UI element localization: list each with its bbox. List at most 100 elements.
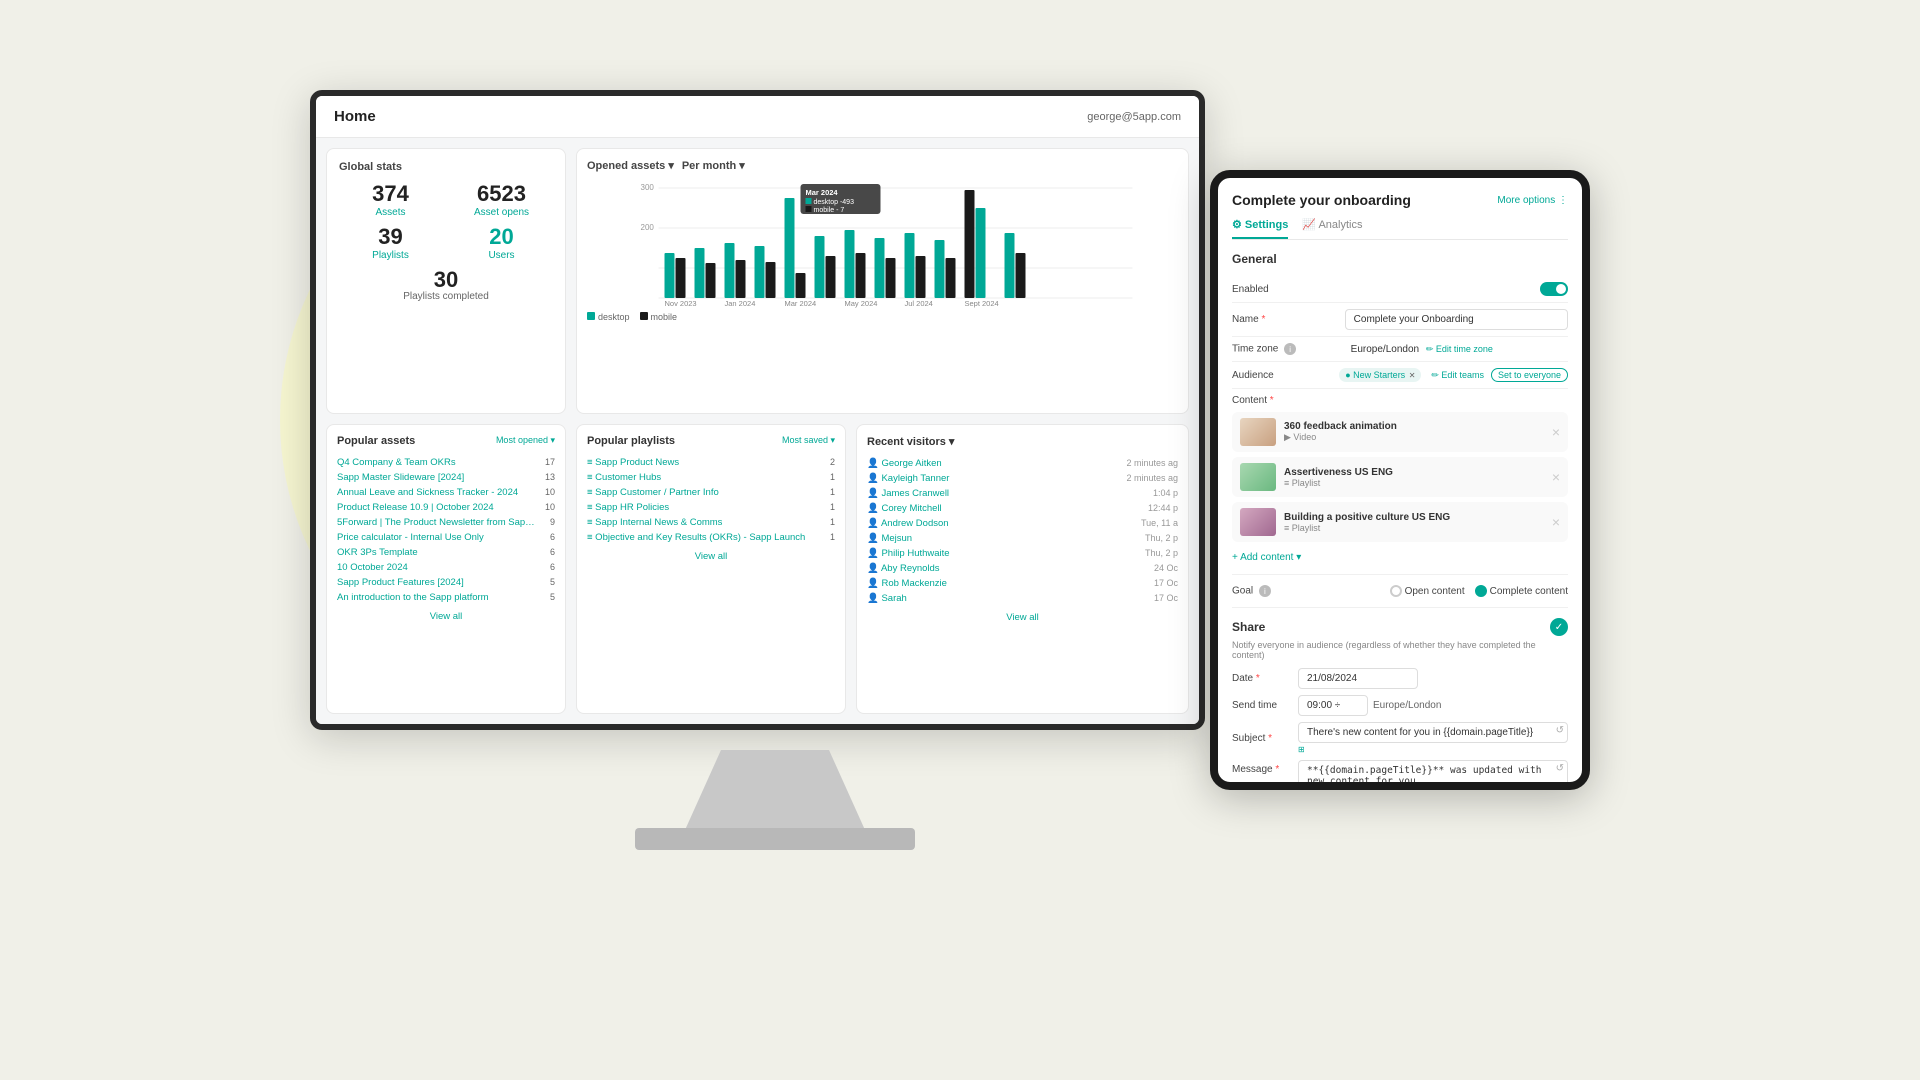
tab-analytics[interactable]: 📈 Analytics <box>1302 218 1362 239</box>
audience-label: Audience <box>1232 370 1339 381</box>
radio-complete[interactable] <box>1475 585 1487 597</box>
asset-link[interactable]: 10 October 2024 <box>337 562 539 573</box>
stat-playlists-completed: 30 Playlists completed <box>339 269 553 302</box>
radio-open[interactable] <box>1390 585 1402 597</box>
svg-text:mobile - 7: mobile - 7 <box>814 207 845 214</box>
general-section-heading: General <box>1232 252 1568 266</box>
playlist-name[interactable]: ≡ Customer Hubs <box>587 472 661 483</box>
chart-period: Per month ▾ <box>682 159 745 172</box>
subject-undo-button[interactable]: ↺ <box>1556 725 1564 736</box>
list-item: 👤 Aby Reynolds 24 Oc <box>867 561 1178 576</box>
asset-count: 5 <box>539 577 555 587</box>
popular-assets-view-all[interactable]: View all <box>337 611 555 622</box>
chart-panel: Opened assets ▾ Per month ▾ 300 200 <box>576 148 1189 414</box>
app-user-email: george@5app.com <box>1087 111 1181 123</box>
playlist-name[interactable]: ≡ Sapp Internal News & Comms <box>587 517 722 528</box>
playlist-name[interactable]: ≡ Sapp HR Policies <box>587 502 669 513</box>
content-info-1: 360 feedback animation ▶ Video <box>1284 421 1397 443</box>
popular-playlists-sort[interactable]: Most saved ▾ <box>782 435 835 446</box>
list-item: Product Release 10.9 | October 2024 10 <box>337 500 555 515</box>
remove-tag-button[interactable]: ✕ <box>1409 371 1416 380</box>
message-textarea[interactable]: **{{domain.pageTitle}}** was updated wit… <box>1298 760 1568 782</box>
visitor-name[interactable]: 👤 Mejsun <box>867 533 912 544</box>
playlist-count: 1 <box>830 532 835 543</box>
goal-info-icon[interactable]: i <box>1259 585 1271 597</box>
content-info-2: Assertiveness US ENG ≡ Playlist <box>1284 467 1393 488</box>
name-input[interactable] <box>1345 309 1568 330</box>
toggle-switch[interactable] <box>1540 282 1568 296</box>
stat-users-label: Users <box>450 250 553 261</box>
visitor-name[interactable]: 👤 Rob Mackenzie <box>867 578 947 589</box>
visitor-name[interactable]: 👤 Philip Huthwaite <box>867 548 950 559</box>
asset-link[interactable]: 5Forward | The Product Newsletter from S… <box>337 517 539 528</box>
list-item: ≡ Sapp Internal News & Comms 1 <box>587 515 835 530</box>
svg-text:Sept 2024: Sept 2024 <box>965 299 999 308</box>
visitor-name[interactable]: 👤 Corey Mitchell <box>867 503 942 514</box>
visitor-name[interactable]: 👤 Aby Reynolds <box>867 563 940 574</box>
list-item: 👤 James Cranwell 1:04 p <box>867 486 1178 501</box>
recent-visitors-panel: Recent visitors ▾ 👤 George Aitken 2 minu… <box>856 424 1189 715</box>
stat-assets-value: 374 <box>339 183 442 205</box>
subject-input[interactable] <box>1298 722 1568 743</box>
asset-link[interactable]: An introduction to the Sapp platform <box>337 592 539 603</box>
add-content-button[interactable]: + Add content ▾ <box>1232 552 1301 563</box>
popular-assets-list: Q4 Company & Team OKRs 17 Sapp Master Sl… <box>337 455 555 605</box>
timezone-label: Time zone i <box>1232 343 1341 355</box>
goal-complete-option[interactable]: Complete content <box>1475 585 1568 597</box>
send-time-label: Send time <box>1232 700 1292 711</box>
visitor-name[interactable]: 👤 Kayleigh Tanner <box>867 473 949 484</box>
asset-count: 13 <box>539 472 555 482</box>
asset-count: 6 <box>539 547 555 557</box>
chart-title: Opened assets ▾ <box>587 159 674 172</box>
message-row: Message **{{domain.pageTitle}}** was upd… <box>1232 760 1568 782</box>
list-item: 👤 Rob Mackenzie 17 Oc <box>867 576 1178 591</box>
svg-text:desktop -493: desktop -493 <box>814 199 855 206</box>
share-check-icon: ✓ <box>1550 618 1568 636</box>
playlist-count: 1 <box>830 472 835 483</box>
visitor-name[interactable]: 👤 George Aitken <box>867 458 942 469</box>
recent-visitors-view-all[interactable]: View all <box>867 612 1178 623</box>
message-undo-button[interactable]: ↺ <box>1556 763 1564 774</box>
visitor-time: 2 minutes ag <box>1126 458 1178 469</box>
visitor-name[interactable]: 👤 Sarah <box>867 593 907 604</box>
stat-playlists: 39 Playlists <box>339 226 442 261</box>
goal-label: Goal i <box>1232 585 1390 597</box>
stat-playlists-value: 39 <box>339 226 442 248</box>
share-date-row: Date <box>1232 668 1568 689</box>
playlist-name[interactable]: ≡ Objective and Key Results (OKRs) - Sap… <box>587 532 805 543</box>
more-options-button[interactable]: More options ⋮ <box>1497 195 1568 206</box>
asset-link[interactable]: Sapp Master Slideware [2024] <box>337 472 539 483</box>
visitor-name[interactable]: 👤 James Cranwell <box>867 488 949 499</box>
asset-link[interactable]: Sapp Product Features [2024] <box>337 577 539 588</box>
content-thumb-1 <box>1240 418 1276 446</box>
asset-link[interactable]: Annual Leave and Sickness Tracker - 2024 <box>337 487 539 498</box>
chart-legend: desktop mobile <box>587 312 1178 322</box>
timezone-info-icon[interactable]: i <box>1284 343 1296 355</box>
asset-link[interactable]: Q4 Company & Team OKRs <box>337 457 539 468</box>
name-row: Name <box>1232 303 1568 337</box>
tab-settings[interactable]: ⚙ Settings <box>1232 218 1288 239</box>
content-label: Content <box>1232 395 1568 406</box>
monitor-base <box>635 828 915 850</box>
edit-teams-button[interactable]: ✏ Edit teams <box>1431 370 1484 381</box>
playlist-name[interactable]: ≡ Sapp Product News <box>587 457 679 468</box>
remove-content-2-button[interactable]: × <box>1552 469 1560 485</box>
date-input[interactable] <box>1298 668 1418 689</box>
popular-playlists-view-all[interactable]: View all <box>587 551 835 562</box>
popular-assets-sort[interactable]: Most opened ▾ <box>496 435 555 446</box>
asset-link[interactable]: Price calculator - Internal Use Only <box>337 532 539 543</box>
remove-content-3-button[interactable]: × <box>1552 514 1560 530</box>
goal-open-option[interactable]: Open content <box>1390 585 1465 597</box>
asset-link[interactable]: OKR 3Ps Template <box>337 547 539 558</box>
playlist-name[interactable]: ≡ Sapp Customer / Partner Info <box>587 487 719 498</box>
enabled-toggle[interactable] <box>1540 282 1568 296</box>
send-time-input[interactable] <box>1298 695 1368 716</box>
visitor-name[interactable]: 👤 Andrew Dodson <box>867 518 949 529</box>
edit-timezone-link[interactable]: ✏ Edit time zone <box>1426 344 1493 354</box>
tablet: Complete your onboarding More options ⋮ … <box>1210 170 1610 810</box>
set-everyone-button[interactable]: Set to everyone <box>1491 368 1568 382</box>
remove-content-1-button[interactable]: × <box>1552 424 1560 440</box>
visitor-time: Tue, 11 a <box>1141 518 1178 529</box>
asset-link[interactable]: Product Release 10.9 | October 2024 <box>337 502 539 513</box>
scene-container: Home george@5app.com Global stats 374 As… <box>310 90 1610 990</box>
